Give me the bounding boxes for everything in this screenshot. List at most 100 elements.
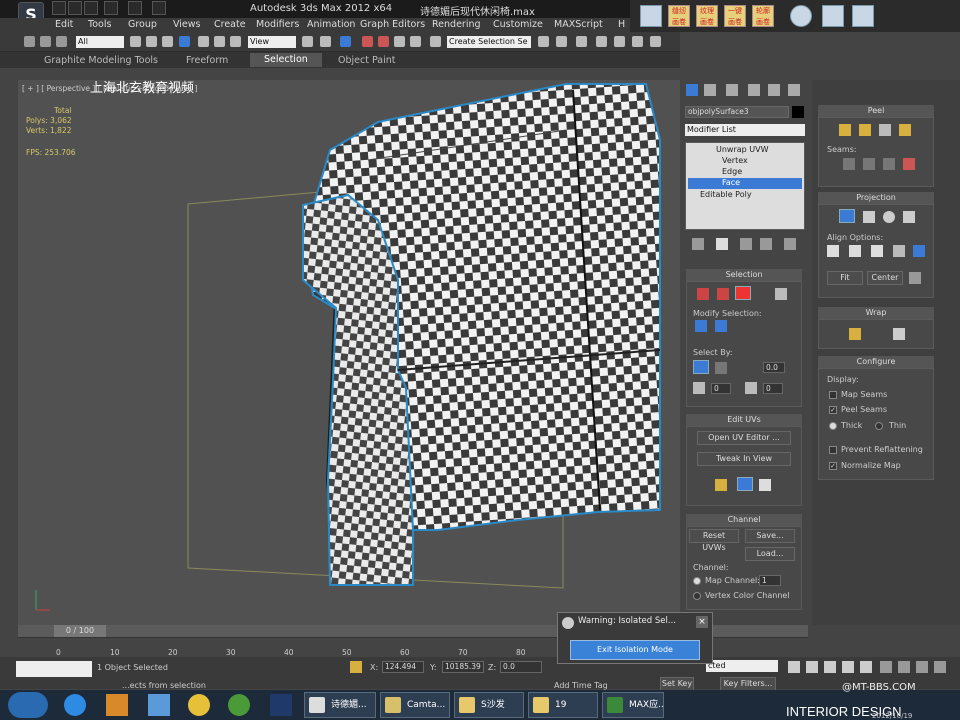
object-color-swatch[interactable] [792,106,804,118]
select-manipulate-icon[interactable] [320,36,331,47]
channel-header[interactable]: Channel [686,514,802,526]
quick-peel-icon[interactable] [839,124,851,136]
align-z-icon[interactable] [871,245,883,257]
go-to-end-icon[interactable] [860,661,872,673]
modifier-list-dropdown[interactable]: Modifier List [685,124,805,136]
shrink-sel-icon[interactable] [715,320,727,332]
selection-filter-dropdown[interactable]: All [76,36,124,48]
mirror-icon[interactable] [538,36,549,47]
reference-coord-dropdown[interactable]: View [248,36,296,48]
select-by-name-icon[interactable] [146,36,157,47]
object-name-field[interactable]: objpolySurface3 [685,106,789,118]
window-crossing-icon[interactable] [179,36,190,47]
tray-button-4[interactable]: 轮廓画卷 [752,5,774,27]
stack-unwrap-uvw[interactable]: Unwrap UVW [716,145,769,154]
face-sel-icon[interactable] [735,286,751,300]
maximize-viewport-icon[interactable] [934,661,946,673]
new-icon[interactable] [52,1,66,15]
zoom-all-icon[interactable] [898,661,910,673]
menu-rendering[interactable]: Rendering [432,19,481,30]
menu-views[interactable]: Views [173,19,201,30]
grow-sel-icon[interactable] [695,320,707,332]
configure-header[interactable]: Configure [818,356,934,368]
prevent-reflattening-checkbox[interactable] [829,446,837,454]
pelt-map-icon[interactable] [859,124,871,136]
menu-maxscript[interactable]: MAXScript [554,19,603,30]
photoshop-icon[interactable] [270,694,292,716]
quick-map-axis-icon[interactable] [759,479,771,491]
grid-icon[interactable] [640,5,662,27]
cylindrical-map-icon[interactable] [863,211,875,223]
thin-radio[interactable] [875,422,883,430]
tweak-in-view-button[interactable]: Tweak In View [697,452,791,466]
move-icon[interactable] [198,36,209,47]
maxscript-listener[interactable] [16,661,92,677]
thick-radio[interactable] [829,422,837,430]
project-folder-icon[interactable] [152,1,166,15]
keyboard-shortcut-icon[interactable] [340,36,351,47]
make-unique-icon[interactable] [740,238,752,250]
peel-header[interactable]: Peel [818,105,934,117]
wrap-header[interactable]: Wrap [818,307,934,319]
tray-button-3[interactable]: 一键画卷 [724,5,746,27]
brush-strength-spinner[interactable]: 0 [763,383,783,394]
show-end-result-icon[interactable] [716,238,728,250]
save-uvws-button[interactable]: Save... [745,529,795,543]
qq-icon[interactable] [188,694,210,716]
chrome-icon[interactable] [228,694,250,716]
reset-projection-icon[interactable] [909,272,921,284]
menu-modifiers[interactable]: Modifiers [256,19,299,30]
normalize-map-checkbox[interactable]: ✓ [829,462,837,470]
select-object-icon[interactable] [130,36,141,47]
material-editor-icon[interactable] [650,36,661,47]
box-map-icon[interactable] [903,211,915,223]
task-max-app[interactable]: MAX应... [602,692,664,718]
menu-graph-editors[interactable]: Graph Editors [360,19,425,30]
exit-isolation-button[interactable]: Exit Isolation Mode [570,640,700,660]
reset-uvws-button[interactable]: Reset UVWs [689,529,739,552]
schematic-icon[interactable] [632,36,643,47]
selection-lock-icon[interactable] [350,661,362,673]
curve-editor-icon[interactable] [614,36,625,47]
menu-help[interactable]: H [618,19,625,30]
save-icon[interactable] [84,1,98,15]
unlink-icon[interactable] [40,36,51,47]
display-tab-icon[interactable] [768,84,780,96]
peel-seams-checkbox[interactable]: ✓ [829,406,837,414]
unfold-strip-icon[interactable] [893,328,905,340]
brush-strength-icon[interactable] [745,382,757,394]
stack-editable-poly[interactable]: Editable Poly [700,190,752,199]
edit-seams-icon[interactable] [843,158,855,170]
named-selection-dropdown[interactable]: Create Selection Se [447,36,531,48]
undo-icon[interactable] [104,1,118,15]
bind-space-warp-icon[interactable] [56,36,67,47]
select-by-element-icon[interactable] [715,362,727,374]
open-icon[interactable] [68,1,82,15]
menu-customize[interactable]: Customize [493,19,543,30]
selection-rollout-header[interactable]: Selection [686,269,802,281]
percent-snap-icon[interactable] [394,36,405,47]
quick-planar-icon[interactable] [715,479,727,491]
time-slider-thumb[interactable]: 0 / 100 [54,625,106,637]
transfer-icon[interactable] [822,5,844,27]
create-tab-icon[interactable] [686,84,698,96]
remove-modifier-icon[interactable] [760,238,772,250]
play-icon[interactable] [824,661,836,673]
scale-icon[interactable] [230,36,241,47]
y-coordinate-field[interactable]: 10185.39 [442,661,484,673]
brush-size-spinner[interactable]: 0 [711,383,731,394]
planar-map-icon[interactable] [839,209,855,223]
bird-icon[interactable] [148,694,170,716]
align-icon[interactable] [556,36,567,47]
best-align-icon[interactable] [893,245,905,257]
media-icon[interactable] [106,694,128,716]
ribbon-tab-graphite[interactable]: Graphite Modeling Tools [44,55,158,66]
task-camtasia[interactable]: Camta... [380,692,450,718]
ribbon-tab-object-paint[interactable]: Object Paint [338,55,395,66]
hierarchy-tab-icon[interactable] [726,84,738,96]
edit-uvs-header[interactable]: Edit UVs [686,414,802,426]
edge-sel-seams-icon[interactable] [883,158,895,170]
rotate-icon[interactable] [214,36,225,47]
ignore-backfacing-icon[interactable] [693,360,709,374]
menu-animation[interactable]: Animation [307,19,355,30]
